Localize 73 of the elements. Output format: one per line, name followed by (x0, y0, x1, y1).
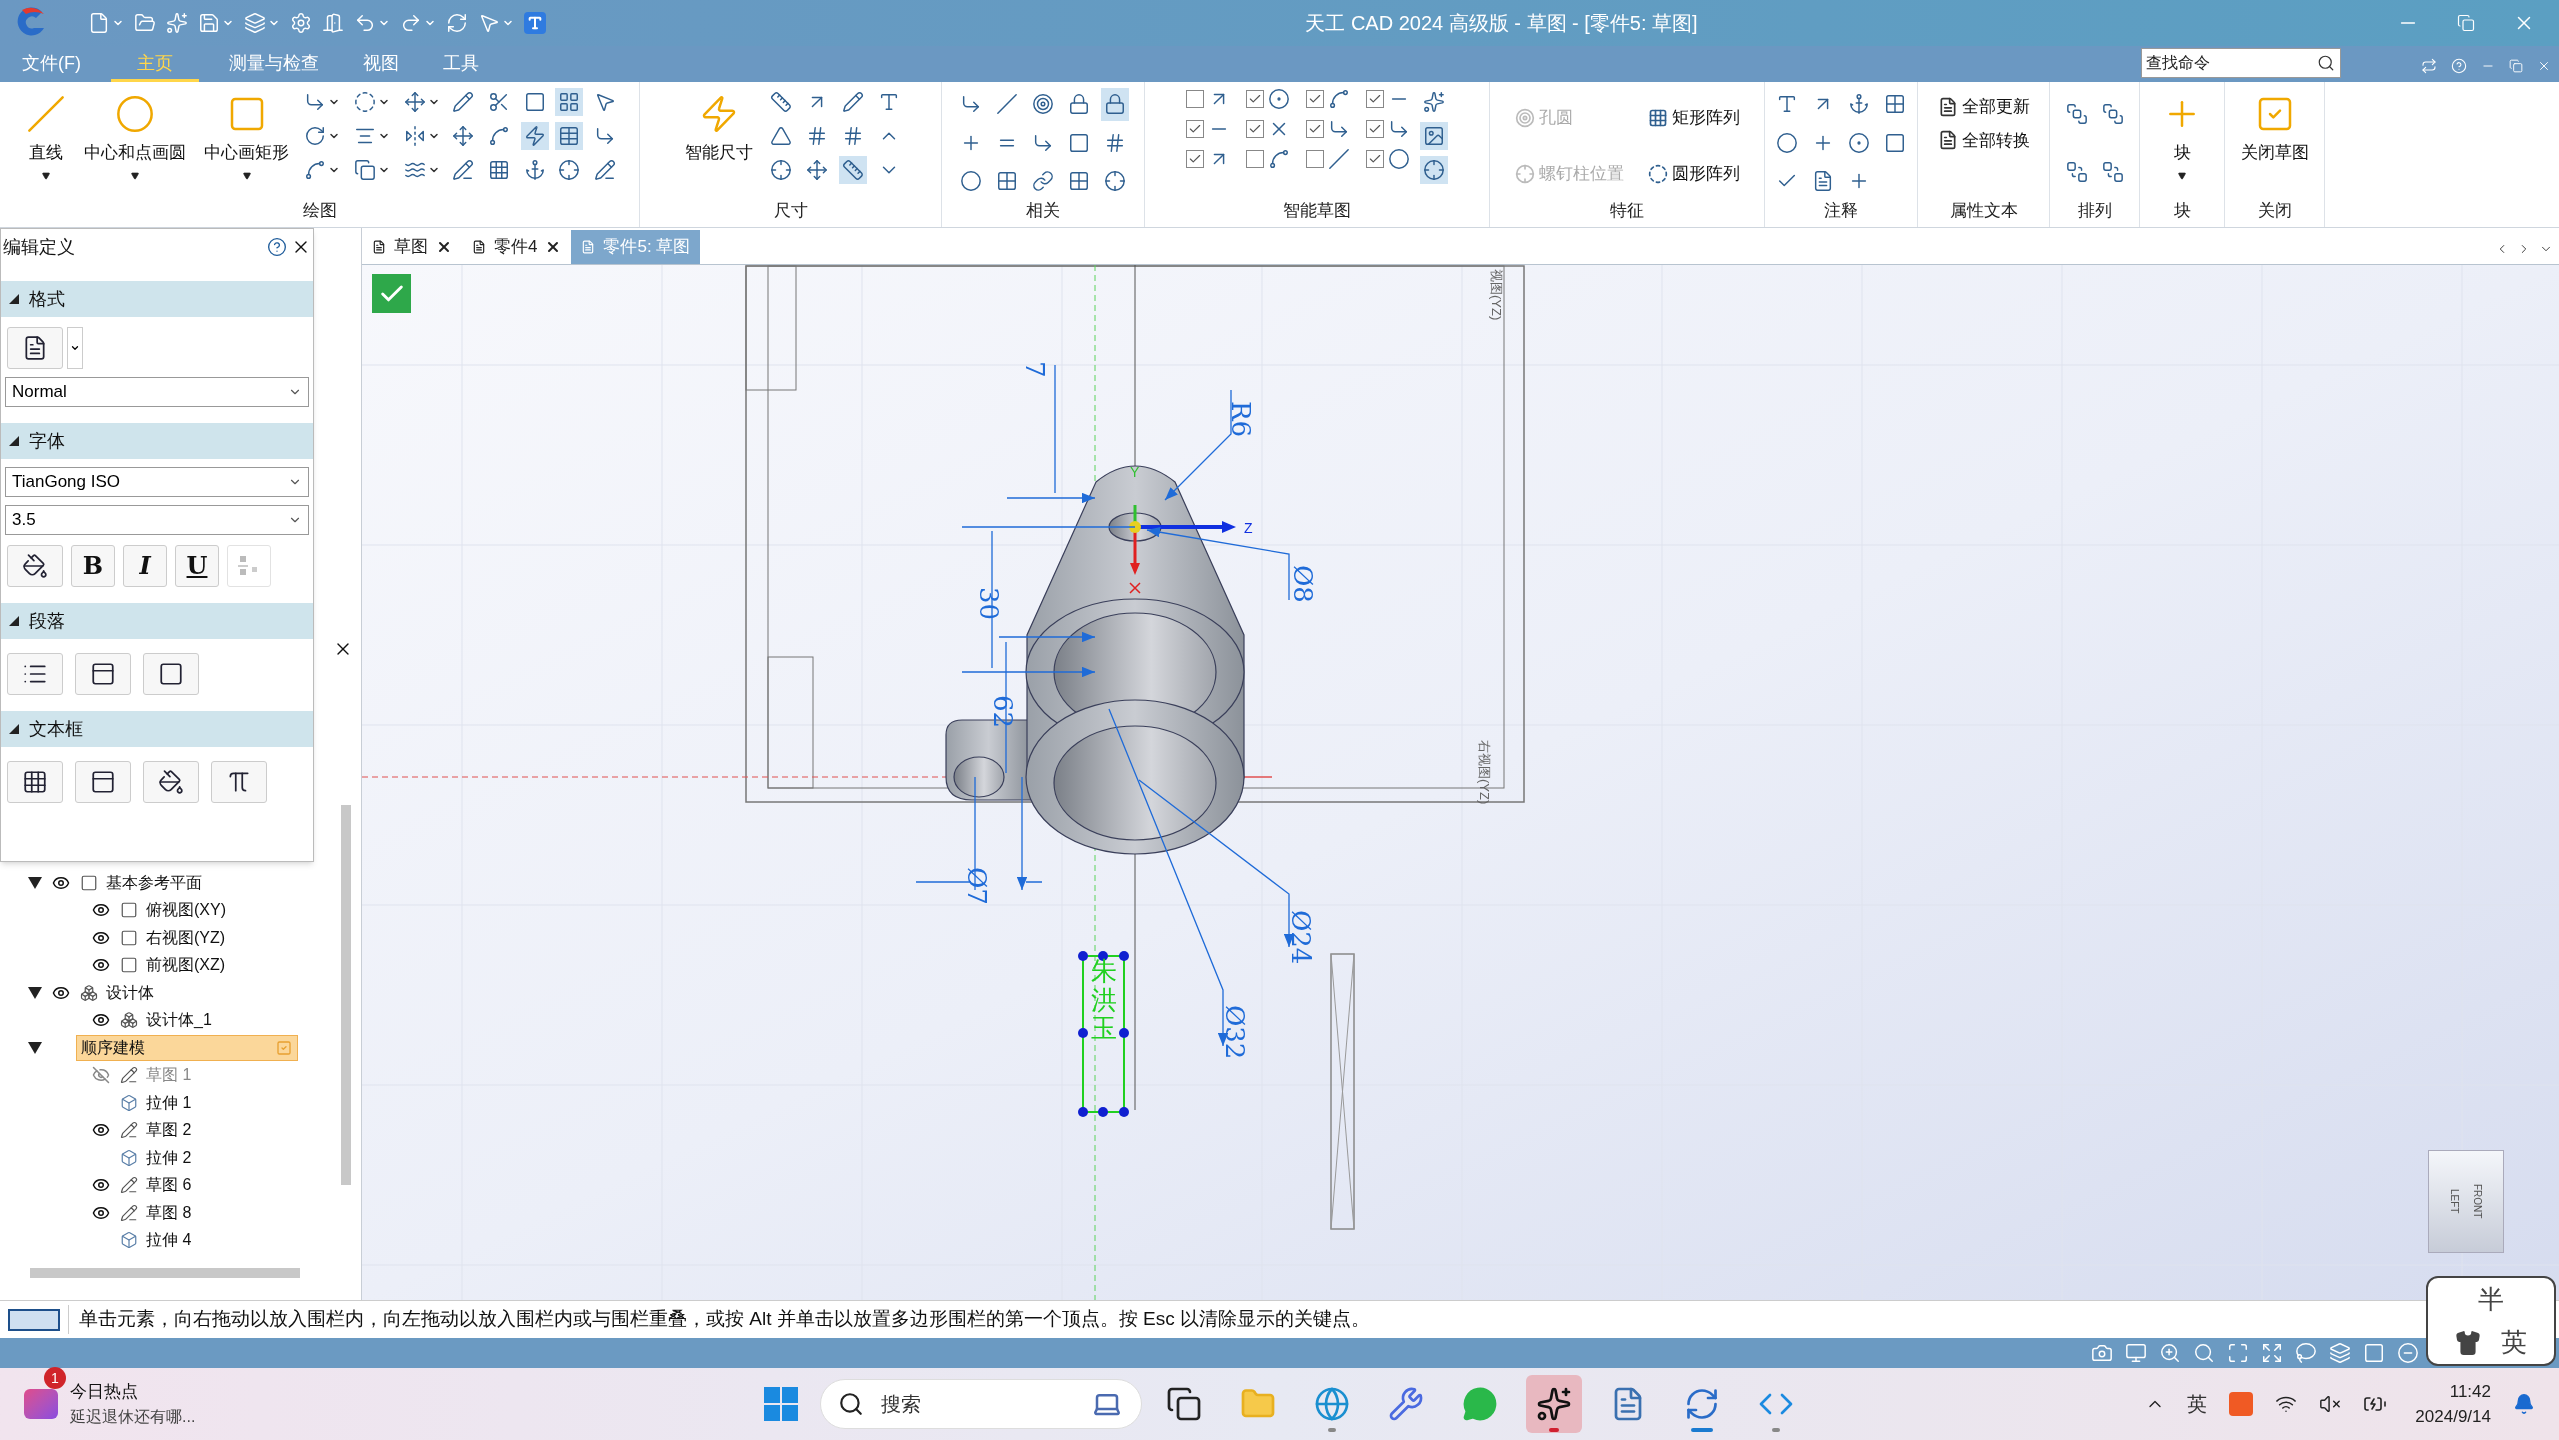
tree-item[interactable]: 设计体 (102, 980, 158, 1005)
news-title[interactable]: 今日热点 (70, 1379, 196, 1405)
group-label: 特征 (1609, 199, 1645, 222)
ribbon-button[interactable]: 全部转换 (1937, 127, 2030, 153)
window-title: 天工 CAD 2024 高级版 - 草图 - [零件5: 草图] (1305, 11, 1698, 36)
taskbar-search[interactable]: 搜索 (820, 1379, 1142, 1429)
axis-label: Z (1244, 520, 1253, 536)
ribbon-button[interactable]: 智能尺寸 (678, 88, 759, 166)
tree-item[interactable]: 拉伸 4 (142, 1228, 196, 1253)
sheet-label: 右视图(YZ) (1477, 740, 1492, 805)
group-label: 绘图 (301, 199, 338, 222)
panel-title: 编辑定义 (3, 235, 76, 259)
section-header[interactable]: 格式 (1, 281, 313, 317)
dimension-text[interactable]: 30 (974, 587, 1004, 621)
tree-item[interactable]: 右视图(YZ) (142, 925, 230, 950)
tree-item[interactable]: 草图 1 (142, 1063, 196, 1088)
search-field[interactable]: 查找命令 (2141, 48, 2341, 78)
view-cube-label: FRONT (2471, 1184, 2484, 1219)
ribbon-button[interactable]: 矩形阵列 (1647, 94, 1740, 142)
ribbon-button[interactable]: 中心和点画圆 (78, 88, 192, 180)
ribbon-button[interactable]: 块 (2156, 88, 2208, 198)
input-language[interactable]: 英 (2187, 1389, 2208, 1419)
section-header[interactable]: 文本框 (1, 711, 313, 747)
axis-label: Y (1130, 464, 1140, 480)
tree-item[interactable]: 设计体_1 (142, 1008, 216, 1033)
group-label: 块 (2172, 199, 2192, 222)
ribbon-button[interactable]: 直线 (20, 88, 72, 180)
clock-date[interactable]: 2024/9/14 (2415, 1404, 2491, 1430)
view-cube-label: LEFT (2448, 1189, 2461, 1214)
format-button[interactable]: B (71, 545, 115, 587)
tree-item[interactable]: 基本参考平面 (102, 870, 206, 895)
notification-badge: 1 (44, 1367, 66, 1390)
tree-item[interactable]: 草图 8 (142, 1200, 196, 1225)
group-label: 注释 (1823, 199, 1859, 222)
dropdown[interactable]: TianGong ISO (5, 467, 309, 497)
dimension-text[interactable]: 62 (988, 695, 1018, 729)
dimension-text[interactable]: R6 (1226, 401, 1256, 438)
section-header[interactable]: 字体 (1, 423, 313, 459)
ime-language: 英 (2501, 1326, 2527, 1359)
dimension-text[interactable]: Ø7 (962, 867, 992, 905)
group-label: 尺寸 (772, 199, 809, 222)
ribbon-button[interactable]: 关闭草图 (2234, 88, 2315, 198)
format-button[interactable]: U (175, 545, 219, 587)
group-label: 属性文本 (1948, 199, 2019, 222)
group-label: 智能草图 (1282, 199, 1352, 222)
tree-item[interactable]: 俯视图(XY) (142, 898, 230, 923)
tree-item[interactable]: 草图 6 (142, 1173, 196, 1198)
format-button[interactable]: I (123, 545, 167, 587)
ribbon-button[interactable]: 中心画矩形 (198, 88, 295, 180)
ribbon-button[interactable]: 圆形阵列 (1647, 149, 1740, 198)
dimension-text[interactable]: Ø8 (1288, 565, 1318, 603)
status-text: 单击元素，向右拖动以放入围栏内，向左拖动以放入围栏内或与围栏重叠，或按 Alt 并单击以放置多边形围栏的第一个顶点。按 Esc 以清除显示的关键点。 (68, 1305, 1370, 1334)
section-header[interactable]: 段落 (1, 603, 313, 639)
dimension-text[interactable]: 7 (1020, 361, 1050, 378)
view-cube[interactable]: LEFT FRONT (2428, 1150, 2504, 1253)
dropdown[interactable]: Normal (5, 377, 309, 407)
group-label: 相关 (1025, 199, 1061, 222)
ime-panel[interactable]: 半 英 (2426, 1276, 2556, 1366)
dimension-text[interactable]: Ø32 (1220, 1005, 1250, 1060)
ribbon-button[interactable]: 全部更新 (1937, 94, 2030, 120)
dropdown[interactable]: 3.5 (5, 505, 309, 535)
tree-item[interactable]: 草图 2 (142, 1118, 196, 1143)
tree-item[interactable]: 拉伸 2 (142, 1145, 196, 1170)
news-subtitle: 延迟退休还有哪... (70, 1406, 196, 1427)
ime-mode: 半 (2478, 1283, 2504, 1316)
sheet-label: 视图(YZ) (1489, 269, 1504, 321)
clock-time[interactable]: 11:42 (2449, 1378, 2491, 1404)
group-label: 排列 (2076, 199, 2113, 222)
dimension-text[interactable]: Ø24 (1286, 910, 1316, 965)
tree-item[interactable]: 前视图(XZ) (142, 953, 230, 978)
tree-item[interactable]: 顺序建模 (76, 1034, 298, 1061)
group-label: 关闭 (2256, 199, 2293, 222)
tree-item[interactable]: 拉伸 1 (142, 1090, 196, 1115)
